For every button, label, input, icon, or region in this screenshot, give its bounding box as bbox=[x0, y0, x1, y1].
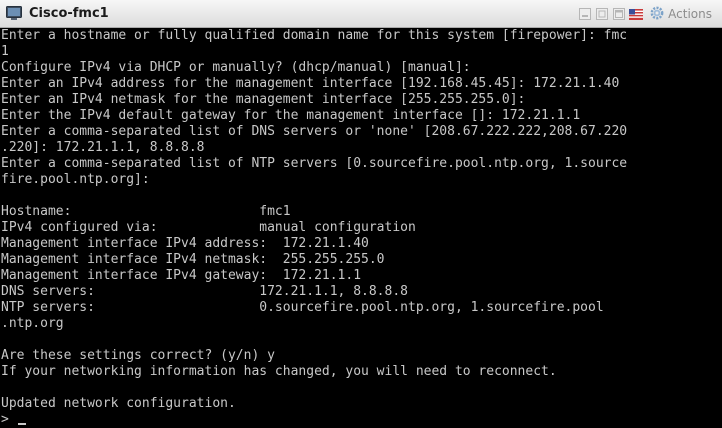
vm-console-icon bbox=[6, 6, 22, 21]
terminal-line: Management interface IPv4 gateway: 172.2… bbox=[1, 268, 362, 283]
terminal-line: Hostname: fmc1 bbox=[1, 204, 291, 219]
window-title: Cisco-fmc1 bbox=[29, 6, 109, 21]
terminal-line: Management interface IPv4 netmask: 255.2… bbox=[1, 252, 385, 267]
terminal-line: DNS servers: 172.21.1.1, 8.8.8.8 bbox=[1, 284, 408, 299]
window-icon[interactable] bbox=[612, 7, 626, 21]
title-bar: Cisco-fmc1 Actions bbox=[0, 0, 722, 28]
title-bar-controls: Actions bbox=[578, 5, 712, 23]
terminal-line: Enter a comma-separated list of DNS serv… bbox=[1, 124, 628, 139]
terminal-line: If your networking information has chang… bbox=[1, 364, 557, 379]
terminal-line: NTP servers: 0.sourcefire.pool.ntp.org, … bbox=[1, 300, 604, 315]
terminal-line: > bbox=[1, 412, 26, 428]
terminal-cursor bbox=[17, 423, 26, 425]
terminal-line: Enter an IPv4 address for the management… bbox=[1, 76, 620, 91]
actions-menu[interactable]: Actions bbox=[650, 5, 712, 24]
terminal-line: Configure IPv4 via DHCP or manually? (dh… bbox=[1, 60, 471, 75]
terminal-line: Are these settings correct? (y/n) y bbox=[1, 348, 275, 363]
gear-icon bbox=[650, 5, 664, 24]
terminal-line: Management interface IPv4 address: 172.2… bbox=[1, 236, 369, 251]
terminal-line: 1 bbox=[1, 44, 9, 59]
terminal-line: Enter a hostname or fully qualified doma… bbox=[1, 28, 628, 43]
terminal-line: Enter the IPv4 default gateway for the m… bbox=[1, 108, 581, 123]
keyboard-language-icon[interactable] bbox=[629, 7, 644, 21]
vm-console-window: Cisco-fmc1 Actions Enter a hostname or f… bbox=[0, 0, 722, 428]
terminal-line: Enter an IPv4 netmask for the management… bbox=[1, 92, 526, 107]
minimize-icon[interactable] bbox=[578, 7, 592, 21]
terminal-line: .220]: 172.21.1.1, 8.8.8.8 bbox=[1, 140, 205, 155]
terminal-line: .ntp.org bbox=[1, 316, 64, 331]
terminal-console[interactable]: Enter a hostname or fully qualified doma… bbox=[0, 28, 722, 428]
terminal-line: Enter a comma-separated list of NTP serv… bbox=[1, 156, 628, 171]
terminal-line: IPv4 configured via: manual configuratio… bbox=[1, 220, 416, 235]
actions-label: Actions bbox=[668, 7, 712, 21]
terminal-line: Updated network configuration. bbox=[1, 396, 236, 411]
terminal-line: fire.pool.ntp.org]: bbox=[1, 172, 150, 187]
restore-icon[interactable] bbox=[595, 7, 609, 21]
